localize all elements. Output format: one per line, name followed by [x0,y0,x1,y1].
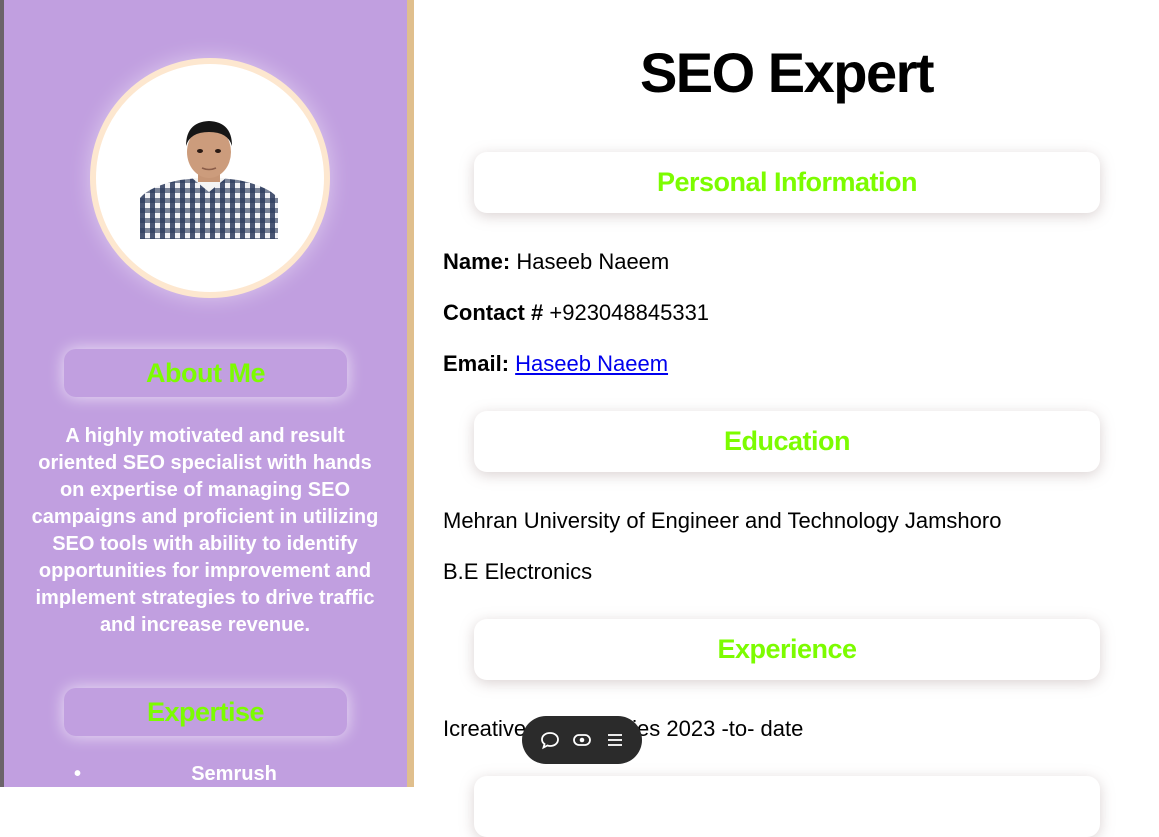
eye-icon[interactable] [571,729,593,751]
contact-line: Contact # +923048845331 [443,300,709,326]
page-title: SEO Expert [639,41,935,104]
education-degree: B.E Electronics [443,559,593,584]
name-line: Name: Haseeb Naeem [443,249,669,275]
expertise-list: • Semrush [64,760,364,787]
about-me-heading: About Me [64,349,347,397]
profile-photo [140,118,278,239]
email-label: Email: [443,351,510,376]
email-link[interactable]: Haseeb Naeem [515,351,668,376]
about-me-text: A highly motivated and result oriented S… [31,425,379,636]
list-item: • Semrush [64,760,364,787]
floating-toolbar [522,716,642,764]
expertise-heading: Expertise [64,688,347,736]
bullet-icon: • [74,763,82,785]
menu-icon[interactable] [604,729,626,751]
name-label: Name: [443,249,511,274]
contact-label: Contact # [443,300,544,325]
name-value: Haseeb Naeem [516,249,670,274]
contact-value: +923048845331 [549,300,710,325]
next-section-card [474,776,1100,837]
education-school: Mehran University of Engineer and Techno… [443,508,1002,533]
sidebar: About Me A highly motivated and result o… [4,0,407,787]
experience-heading: Experience [474,619,1100,680]
email-line: Email: Haseeb Naeem [443,351,668,377]
sidebar-border [407,0,414,787]
avatar [90,58,330,298]
education-heading: Education [474,411,1100,472]
expertise-item-label: Semrush [191,763,277,785]
chat-icon[interactable] [539,729,561,751]
personal-information-heading: Personal Information [474,152,1100,213]
